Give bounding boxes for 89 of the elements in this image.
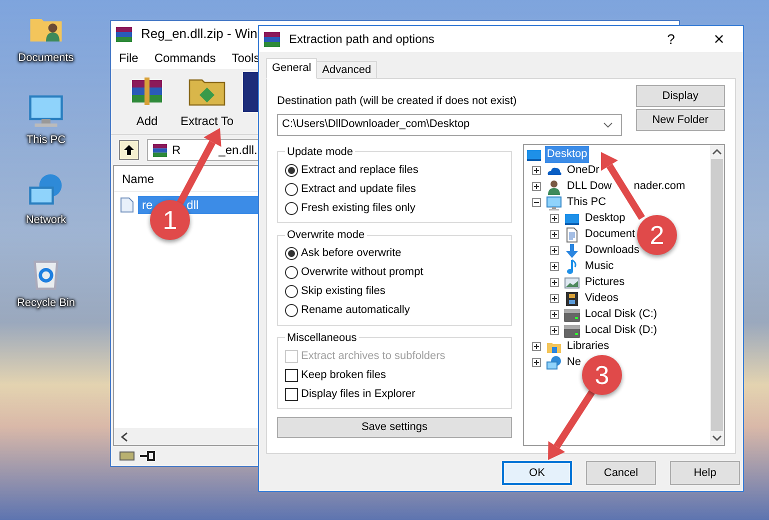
- group-title: Update mode: [286, 144, 354, 160]
- expand-icon[interactable]: [532, 342, 541, 351]
- file-icon: [120, 197, 134, 213]
- tab[interactable]: General: [266, 58, 318, 79]
- option-label[interactable]: Display files in Explorer: [301, 386, 416, 402]
- tree-item[interactable]: Local Disk (C:): [582, 306, 660, 323]
- menu-item[interactable]: Commands: [154, 49, 216, 67]
- expand-icon[interactable]: [550, 310, 559, 319]
- option-label[interactable]: Keep broken files: [301, 366, 386, 384]
- key-icon: [139, 450, 155, 462]
- monitor-icon: [546, 194, 562, 210]
- radio-button[interactable]: [285, 304, 298, 317]
- expand-icon[interactable]: [550, 246, 559, 255]
- option-label[interactable]: Skip existing files: [301, 283, 386, 300]
- expand-icon[interactable]: [532, 166, 541, 175]
- tree-item[interactable]: Desktop: [582, 210, 628, 227]
- radio-button[interactable]: [285, 247, 298, 260]
- option-label[interactable]: Ask before overwrite: [301, 245, 402, 262]
- window-title: Reg_en.dll.zip - Win: [141, 25, 258, 44]
- tree-item[interactable]: nader.com: [634, 178, 686, 195]
- tree-item[interactable]: OneDr: [564, 162, 602, 179]
- tree-item[interactable]: Ne: [564, 354, 583, 371]
- option-label[interactable]: Extract and update files: [301, 180, 416, 198]
- dialog-button[interactable]: New Folder: [636, 109, 725, 131]
- dialog-button[interactable]: Display: [636, 85, 725, 107]
- tab[interactable]: Advanced: [316, 61, 378, 79]
- scrollbar[interactable]: [710, 144, 724, 444]
- field-label: Destination path (will be created if does not exist): [277, 94, 518, 109]
- radio-button[interactable]: [285, 182, 298, 196]
- group-title: Overwrite mode: [286, 228, 366, 243]
- path-combobox[interactable]: C:\Users\DllDownloader_com\Desktop: [277, 114, 622, 136]
- image-icon: [564, 274, 580, 290]
- help-button[interactable]: ?: [651, 28, 691, 50]
- checkbox[interactable]: [285, 368, 298, 382]
- option-label[interactable]: Rename automatically: [301, 302, 410, 319]
- radio-button[interactable]: [285, 164, 298, 176]
- group-title: Miscellaneous: [286, 330, 358, 346]
- expand-icon[interactable]: [550, 214, 559, 223]
- expand-icon[interactable]: [550, 326, 559, 335]
- archive-stack-icon: [115, 25, 133, 43]
- drive-icon: [119, 450, 135, 462]
- radio-button[interactable]: [285, 202, 298, 214]
- tree-item[interactable]: Document: [582, 226, 638, 243]
- radio-button[interactable]: [285, 285, 298, 298]
- scroll-thumb[interactable]: [711, 158, 723, 430]
- tree-item[interactable]: Pictures: [582, 274, 627, 291]
- expand-icon[interactable]: [532, 358, 541, 367]
- dialog-title: Extraction path and options: [289, 31, 436, 48]
- toolbar-button[interactable]: Extract To: [179, 70, 235, 130]
- expand-icon[interactable]: [550, 278, 559, 287]
- download-icon: [564, 242, 580, 258]
- pointer-arrow: [548, 390, 595, 460]
- option-label[interactable]: Overwrite without prompt: [301, 264, 424, 281]
- globe-monitor-icon: [546, 354, 562, 370]
- dialog-button[interactable]: Help: [670, 461, 740, 485]
- archive-stack-icon: [263, 30, 281, 48]
- toolbar-button[interactable]: Add: [119, 70, 175, 130]
- tree-item[interactable]: Music: [582, 258, 616, 275]
- up-arrow-icon: [123, 144, 135, 156]
- scroll-down-icon: [712, 434, 722, 442]
- archive-stack-icon: [152, 142, 168, 158]
- expand-icon[interactable]: [532, 182, 541, 191]
- dropdown-chevron-icon: [602, 120, 613, 128]
- dialog-button[interactable]: OK: [502, 461, 572, 485]
- dialog-button[interactable]: Cancel: [586, 461, 656, 485]
- option-label[interactable]: Extract and replace files: [301, 162, 418, 178]
- scroll-up-icon: [712, 148, 722, 156]
- tree-item[interactable]: Videos: [582, 290, 620, 307]
- menu-item[interactable]: File: [119, 49, 138, 67]
- expand-icon[interactable]: [550, 294, 559, 303]
- drive-icon: [564, 322, 580, 338]
- radio-button[interactable]: [285, 266, 298, 279]
- up-folder-button[interactable]: [119, 140, 139, 160]
- tree-item[interactable]: This PC: [564, 194, 608, 211]
- drive-icon: [564, 306, 580, 322]
- document-icon: [564, 226, 580, 242]
- save-settings-button[interactable]: Save settings: [277, 417, 512, 438]
- tree-item[interactable]: DLL Dow: [564, 178, 614, 195]
- tree-item[interactable]: Local Disk (D:): [582, 322, 660, 339]
- close-button[interactable]: ×: [699, 26, 739, 52]
- film-icon: [564, 290, 580, 306]
- collapse-icon[interactable]: [532, 198, 541, 207]
- expand-icon[interactable]: [550, 230, 559, 239]
- option-label[interactable]: Fresh existing files only: [301, 200, 416, 216]
- column-header[interactable]: Name: [122, 170, 154, 188]
- tree-item[interactable]: Libraries: [564, 338, 612, 355]
- person-icon: [546, 178, 562, 194]
- expand-icon[interactable]: [550, 262, 559, 271]
- checkbox[interactable]: [285, 388, 298, 400]
